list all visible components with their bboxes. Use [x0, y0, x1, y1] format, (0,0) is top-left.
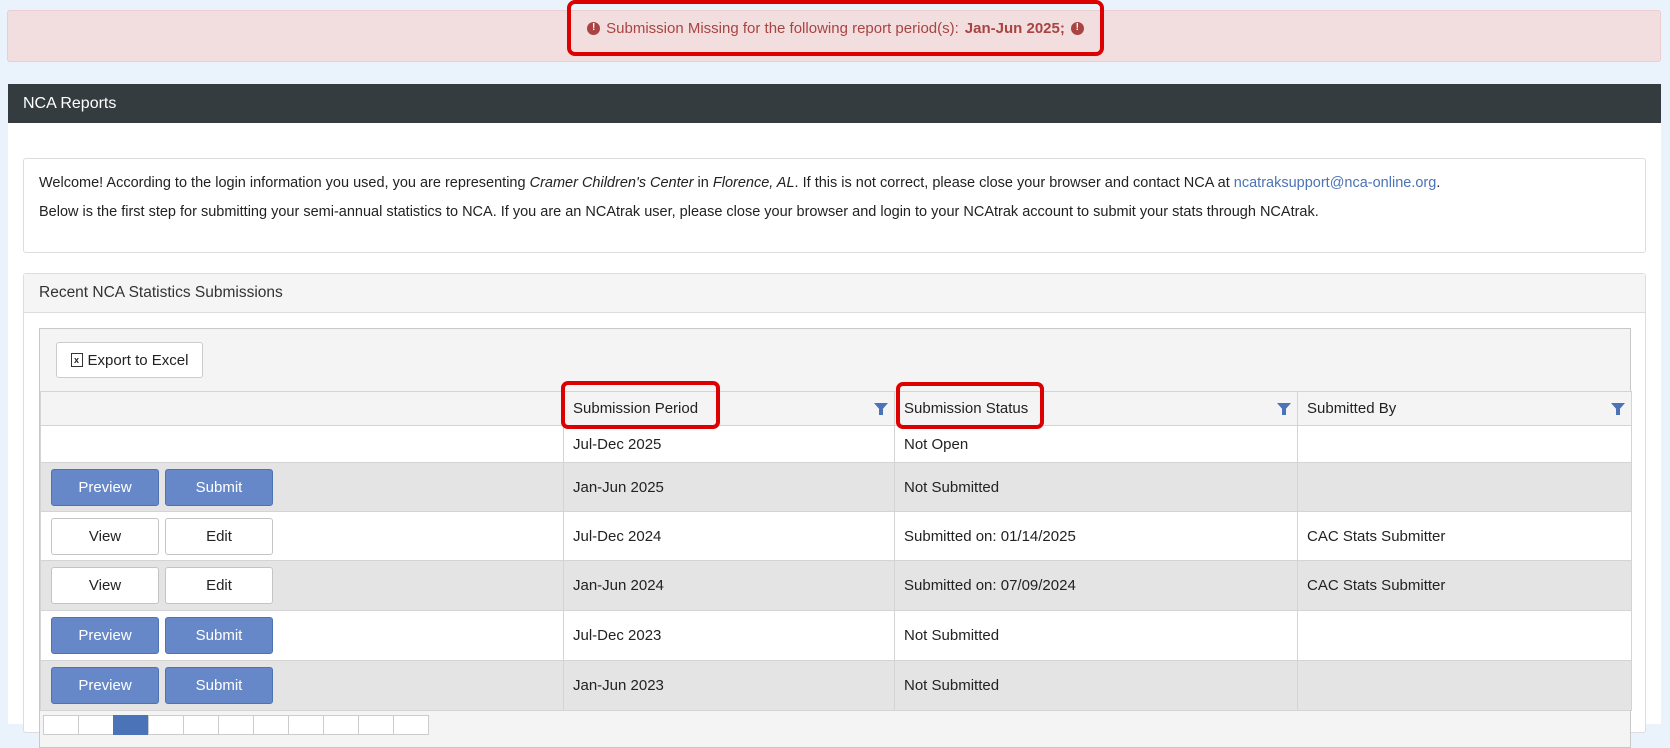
filter-icon[interactable] — [874, 403, 888, 415]
alert-message: Submission Missing for the following rep… — [606, 19, 959, 37]
organization-name: Cramer Children's Center — [529, 175, 694, 191]
table-header-row: Submission Period Submission Status Subm… — [40, 391, 1632, 426]
exclamation-circle-icon: ! — [587, 21, 601, 35]
table-row: View Edit Jan-Jun 2024 Submitted on: 07/09/… — [40, 560, 1632, 611]
preview-button[interactable]: Preview — [51, 468, 159, 506]
organization-location: Florence, AL — [712, 175, 795, 191]
page-button[interactable] — [183, 715, 219, 735]
preview-button[interactable]: Preview — [51, 617, 159, 654]
welcome-box: Welcome! According to the login informat… — [23, 158, 1646, 253]
panel-header: NCA Reports — [8, 84, 1661, 123]
submission-period-cell: Jan-Jun 2023 — [563, 660, 895, 711]
submission-status-cell: Not Submitted — [894, 660, 1298, 711]
submit-button[interactable]: Submit — [165, 667, 273, 704]
page-button[interactable] — [43, 715, 79, 735]
submitted-by-cell — [1297, 660, 1632, 711]
submission-period-cell: Jul-Dec 2025 — [563, 425, 895, 463]
column-header-actions — [40, 391, 564, 426]
submit-button[interactable]: Submit — [165, 617, 273, 654]
edit-button[interactable]: Edit — [165, 567, 273, 604]
support-email-link[interactable]: ncatraksupport@nca-online.org — [1234, 175, 1437, 191]
export-label: Export to Excel — [87, 351, 189, 369]
table-row: Jul-Dec 2025 Not Open — [40, 425, 1632, 463]
table-row: Preview Submit Jan-Jun 2025 Not Submitted — [40, 462, 1632, 512]
page-button[interactable] — [148, 715, 184, 735]
submit-button[interactable]: Submit — [165, 468, 273, 506]
row-actions-cell: Preview Submit — [40, 660, 564, 711]
row-actions-cell: Preview Submit — [40, 462, 564, 512]
page-button[interactable] — [218, 715, 254, 735]
alert-periods: Jan-Jun 2025; — [964, 19, 1065, 37]
row-actions-cell: Preview Submit — [40, 610, 564, 661]
submission-period-cell: Jan-Jun 2024 — [563, 560, 895, 611]
recent-submissions-panel: Recent NCA Statistics Submissions x Expo… — [23, 273, 1646, 748]
submission-status-cell: Submitted on: 01/14/2025 — [894, 511, 1298, 561]
filter-icon[interactable] — [1611, 403, 1625, 415]
submitted-by-cell: CAC Stats Submitter — [1297, 560, 1632, 611]
page-button[interactable] — [253, 715, 289, 735]
submitted-by-cell — [1297, 610, 1632, 661]
filter-icon[interactable] — [1277, 403, 1291, 415]
submissions-grid: x Export to Excel Submission Period Subm… — [39, 328, 1632, 748]
view-button[interactable]: View — [51, 517, 159, 555]
page-button[interactable] — [393, 715, 429, 735]
grid-toolbar: x Export to Excel — [40, 329, 1630, 391]
table-row: Preview Submit Jan-Jun 2023 Not Submitted — [40, 660, 1632, 711]
page-button-current[interactable] — [113, 715, 149, 735]
edit-button[interactable]: Edit — [165, 517, 273, 555]
submission-status-cell: Submitted on: 07/09/2024 — [894, 560, 1298, 611]
submitted-by-cell — [1297, 462, 1632, 512]
column-header-submission-status[interactable]: Submission Status — [894, 391, 1298, 426]
submission-status-cell: Not Submitted — [894, 610, 1298, 661]
submitted-by-cell: CAC Stats Submitter — [1297, 511, 1632, 561]
column-header-submission-period[interactable]: Submission Period — [563, 391, 895, 426]
alert-message-box: ! Submission Missing for the following r… — [567, 0, 1104, 56]
page-button[interactable] — [78, 715, 114, 735]
page-button[interactable] — [323, 715, 359, 735]
column-header-submitted-by[interactable]: Submitted By — [1297, 391, 1632, 426]
preview-button[interactable]: Preview — [51, 667, 159, 704]
submission-period-cell: Jul-Dec 2024 — [563, 511, 895, 561]
submission-status-cell: Not Open — [894, 425, 1298, 463]
panel-title: NCA Reports — [23, 94, 117, 112]
exclamation-circle-icon: ! — [1070, 21, 1084, 35]
submission-status-cell: Not Submitted — [894, 462, 1298, 512]
pagination — [43, 715, 429, 735]
page-button[interactable] — [288, 715, 324, 735]
welcome-line-2: Below is the first step for submitting y… — [39, 204, 1319, 220]
row-actions-cell: View Edit — [40, 560, 564, 611]
recent-submissions-title: Recent NCA Statistics Submissions — [24, 274, 1645, 313]
submitted-by-cell — [1297, 425, 1632, 463]
page-button[interactable] — [358, 715, 394, 735]
welcome-line-1: Welcome! According to the login informat… — [39, 175, 1441, 191]
table-row: Preview Submit Jul-Dec 2023 Not Submitted — [40, 610, 1632, 661]
submissions-table: Submission Period Submission Status Subm… — [40, 391, 1632, 711]
submission-period-cell: Jan-Jun 2025 — [563, 462, 895, 512]
submission-period-cell: Jul-Dec 2023 — [563, 610, 895, 661]
row-actions-cell: View Edit — [40, 511, 564, 561]
row-actions-cell — [40, 425, 564, 463]
export-to-excel-button[interactable]: x Export to Excel — [56, 342, 203, 378]
excel-file-icon: x — [70, 353, 83, 367]
view-button[interactable]: View — [51, 567, 159, 604]
table-row: View Edit Jul-Dec 2024 Submitted on: 01/14/… — [40, 511, 1632, 561]
